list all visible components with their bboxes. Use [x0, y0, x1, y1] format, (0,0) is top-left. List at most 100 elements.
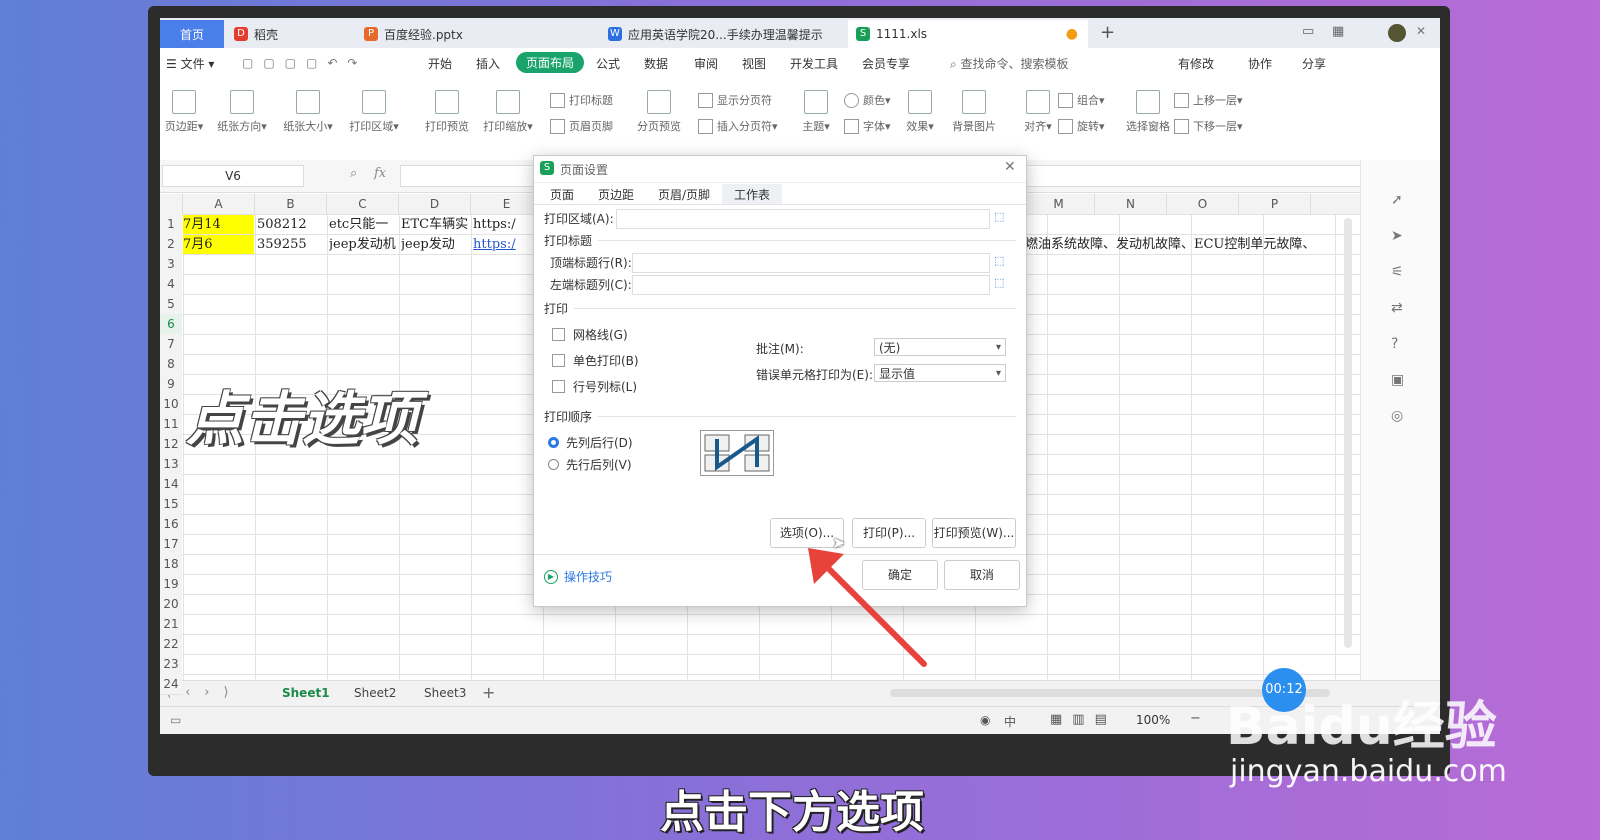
quick-access-icons[interactable]: ▢▢▢▢↶↷ [242, 56, 367, 70]
rotate-button[interactable]: 旋转 ▾ [1058, 118, 1105, 134]
fx-icon[interactable]: fx [374, 166, 386, 181]
col-header[interactable]: B [255, 194, 327, 214]
over-then-down-radio[interactable]: 先行后列(V) [548, 456, 632, 473]
menu-insert[interactable]: 插入 [476, 55, 500, 72]
menu-view[interactable]: 视图 [742, 55, 766, 72]
row-header[interactable]: 12 [160, 434, 182, 455]
tab-daoke[interactable]: D 稻壳 [226, 20, 356, 48]
file-menu[interactable]: ☰ 文件 ▾ [166, 55, 214, 72]
tips-link[interactable]: ▶ 操作技巧 [544, 568, 612, 585]
pin-icon[interactable]: ➚ [1391, 192, 1403, 208]
rowcol-checkbox[interactable]: 行号列标(L) [552, 378, 637, 395]
insert-page-break-button[interactable]: 插入分页符 ▾ [698, 118, 778, 134]
background-image-button[interactable]: 背景图片 [946, 90, 1002, 134]
menu-data[interactable]: 数据 [644, 55, 668, 72]
cell-d1[interactable]: ETC车辆实 [401, 215, 470, 234]
menu-member[interactable]: 会员专享 [862, 55, 910, 72]
row-header[interactable]: 14 [160, 474, 182, 495]
cell-m2[interactable]: 燃油系统故障、发动机故障、ECU控制单元故障、 [1025, 235, 1359, 254]
cursor-icon[interactable]: ➤ [1391, 228, 1403, 244]
sliders-icon[interactable]: ⚟ [1391, 264, 1404, 280]
select-all-corner[interactable] [160, 194, 183, 214]
zoom-level[interactable]: 100% [1136, 713, 1170, 727]
row-header[interactable]: 15 [160, 494, 182, 515]
cell-b2[interactable]: 359255 [257, 235, 326, 254]
layout-icon[interactable]: ▭ [1302, 24, 1314, 39]
zoom-out-icon[interactable]: − [1190, 711, 1201, 726]
changes-button[interactable]: 有修改 [1178, 55, 1214, 72]
col-header[interactable]: N [1095, 194, 1167, 214]
orientation-button[interactable]: 纸张方向▾ [214, 90, 270, 134]
print-titles-button[interactable]: 打印标题 [550, 92, 613, 108]
tab-home[interactable]: 首页 [160, 20, 224, 48]
print-area-button[interactable]: 打印区域▾ [346, 90, 402, 134]
grid-apps-icon[interactable]: ▦ [1332, 24, 1344, 39]
row-header[interactable]: 9 [160, 374, 182, 395]
col-header[interactable]: C [327, 194, 399, 214]
cell-c2[interactable]: jeep发动机 [329, 235, 398, 254]
col-header[interactable]: O [1167, 194, 1239, 214]
sheet-tab-2[interactable]: Sheet2 [354, 686, 396, 700]
menu-home[interactable]: 开始 [428, 55, 452, 72]
close-window-icon[interactable]: ✕ [1416, 24, 1426, 38]
errors-select[interactable]: 显示值 [874, 364, 1006, 383]
range-picker-icon[interactable]: ⬚ [994, 210, 1004, 223]
col-header[interactable]: P [1239, 194, 1311, 214]
row-header[interactable]: 24 [160, 674, 182, 695]
location-icon[interactable]: ◎ [1391, 408, 1403, 424]
range-picker-icon[interactable]: ⬚ [994, 254, 1004, 267]
range-picker-icon[interactable]: ⬚ [994, 276, 1004, 289]
macro-icon[interactable]: ▭ [170, 713, 181, 727]
send-backward-button[interactable]: 下移一层 ▾ [1174, 118, 1243, 134]
command-search[interactable]: ⌕ 查找命令、搜索模板 [950, 55, 1069, 72]
selection-pane-button[interactable]: 选择窗格 [1120, 90, 1176, 134]
print-preview-dialog-button[interactable]: 打印预览(W)... [932, 518, 1016, 548]
menu-page-layout[interactable]: 页面布局 [516, 52, 585, 73]
row-header[interactable]: 17 [160, 534, 182, 555]
tab-pptx[interactable]: P 百度经验.pptx [356, 20, 596, 48]
row-header[interactable]: 8 [160, 354, 182, 375]
dialog-close-icon[interactable]: ✕ [1004, 159, 1016, 175]
cell-e1[interactable]: https:/ [473, 215, 542, 234]
sheet-tab-1[interactable]: Sheet1 [282, 686, 330, 700]
tab-xls[interactable]: S 1111.xls ● [848, 20, 1088, 48]
col-header[interactable]: A [183, 194, 255, 214]
row-header[interactable]: 21 [160, 614, 182, 635]
row-header[interactable]: 5 [160, 294, 182, 315]
eye-protect-icon[interactable]: ◉ [980, 713, 990, 727]
row-header[interactable]: 18 [160, 554, 182, 575]
row-header[interactable]: 6 [160, 314, 182, 335]
comments-select[interactable]: (无) [874, 338, 1006, 357]
menu-formulas[interactable]: 公式 [596, 55, 620, 72]
colors-button[interactable]: 颜色 ▾ [844, 92, 891, 108]
transform-icon[interactable]: ⇄ [1391, 300, 1403, 316]
bring-forward-button[interactable]: 上移一层 ▾ [1174, 92, 1243, 108]
cell-c1[interactable]: etc只能一 [329, 215, 398, 234]
cancel-button[interactable]: 取消 [944, 560, 1020, 590]
image-icon[interactable]: ▣ [1391, 372, 1404, 388]
group-button[interactable]: 组合 ▾ [1058, 92, 1105, 108]
vertical-scrollbar[interactable] [1344, 218, 1352, 648]
help-icon[interactable]: ? [1391, 336, 1398, 352]
page-break-preview-button[interactable]: 分页预览 [634, 90, 684, 134]
add-sheet-plus-icon[interactable]: + [482, 683, 495, 702]
cell-a1[interactable]: 7月14 [183, 215, 254, 234]
new-tab-plus-icon[interactable]: + [1100, 22, 1115, 43]
collaborate-button[interactable]: 协作 [1248, 55, 1272, 72]
row-header[interactable]: 1 [160, 214, 182, 235]
print-area-input[interactable] [616, 209, 990, 229]
input-method[interactable]: 中 [1004, 713, 1016, 730]
row-header[interactable]: 23 [160, 654, 182, 675]
view-mode-icons[interactable]: ▦▥▤ [1050, 712, 1117, 727]
gridlines-checkbox[interactable]: 网格线(G) [552, 326, 628, 343]
tab-margins[interactable]: 页边距 [598, 186, 634, 203]
row-header[interactable]: 19 [160, 574, 182, 595]
show-page-breaks-checkbox[interactable]: 显示分页符 [698, 92, 772, 108]
margins-button[interactable]: 页边距▾ [162, 90, 206, 134]
tab-sheet[interactable]: 工作表 [722, 184, 783, 205]
row-header[interactable]: 10 [160, 394, 182, 415]
row-header[interactable]: 4 [160, 274, 182, 295]
mono-checkbox[interactable]: 单色打印(B) [552, 352, 639, 369]
print-preview-button[interactable]: 打印预览 [422, 90, 472, 134]
zoom-formula-icon[interactable]: ⌕ [350, 166, 357, 181]
